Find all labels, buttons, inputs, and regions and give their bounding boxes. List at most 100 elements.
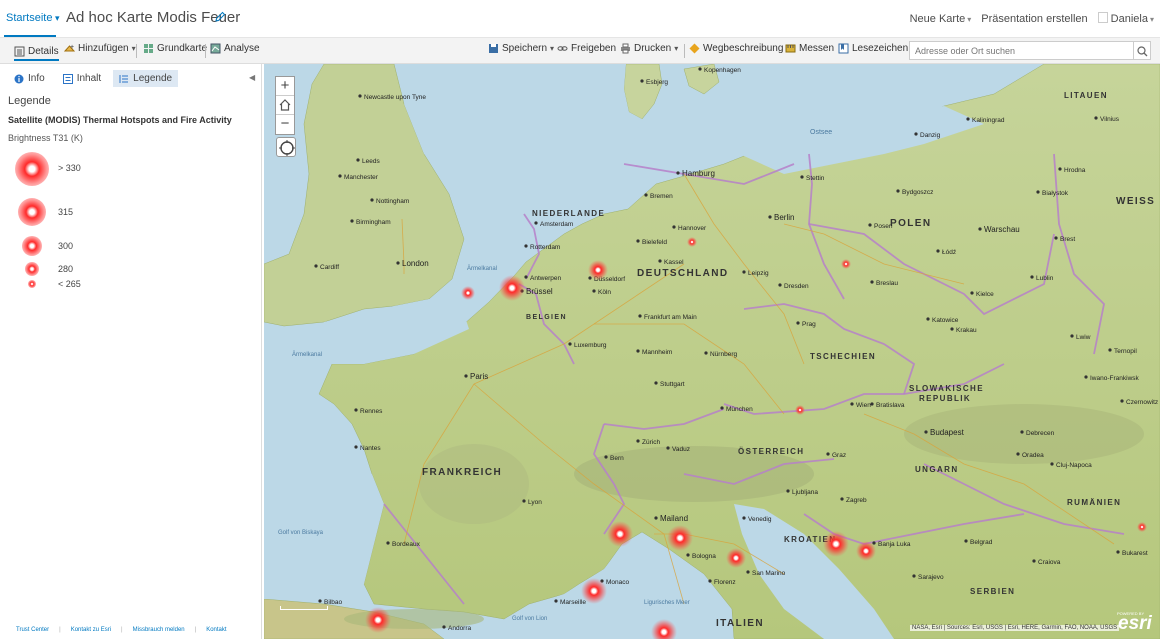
city-label: Bielefeld (642, 239, 667, 246)
tab-info[interactable]: Info (8, 70, 51, 87)
contact-esri-link[interactable]: Kontakt zu Esri (71, 627, 111, 633)
city-label: Nantes (360, 445, 381, 452)
search-button[interactable] (1134, 41, 1151, 60)
add-button[interactable]: + Hinzufügen ▾ (64, 43, 136, 54)
fire-symbol-icon (25, 262, 39, 276)
city-dot-icon (778, 283, 782, 287)
city-label: Bukarest (1122, 550, 1148, 557)
sea-label: Ärmelkanal (292, 351, 322, 358)
city-label: Esbjerg (646, 79, 668, 86)
city-label: Debrecen (1026, 430, 1055, 437)
city-dot-icon (720, 406, 724, 410)
fire-hotspot-icon[interactable] (461, 286, 475, 300)
fire-hotspot-icon[interactable] (795, 405, 805, 415)
share-button[interactable]: Freigeben (557, 43, 616, 54)
trust-center-link[interactable]: Trust Center (16, 627, 49, 633)
home-extent-button[interactable] (276, 96, 294, 115)
print-button[interactable]: Drucken ▾ (620, 43, 678, 54)
fire-hotspot-icon[interactable] (365, 607, 391, 633)
bookmark-icon (838, 43, 849, 54)
map-canvas[interactable]: Ostsee Ärmelkanal Ärmelkanal Golf von Bi… (264, 64, 1160, 639)
bookmarks-button[interactable]: Lesezeichen (838, 43, 908, 54)
city-label: Mailand (660, 514, 688, 523)
city-label: Bordeaux (392, 541, 421, 548)
analysis-button[interactable]: Analyse (210, 43, 260, 54)
city-label: Belgrad (970, 539, 993, 546)
save-disk-icon (489, 44, 498, 53)
fire-hotspot-icon[interactable] (856, 541, 876, 561)
basemap-button[interactable]: Grundkarte (143, 43, 207, 54)
locate-button[interactable] (276, 137, 296, 157)
chevron-down-icon: ▾ (967, 14, 972, 24)
city-label: Prag (802, 321, 816, 328)
city-dot-icon (676, 171, 680, 175)
edit-pencil-icon[interactable] (214, 11, 226, 23)
add-label: Hinzufügen (78, 43, 129, 54)
footer-links: Trust Center | Kontakt zu Esri | Missbra… (16, 627, 227, 633)
city-label: Kopenhagen (704, 67, 741, 74)
city-dot-icon (396, 261, 400, 265)
address-search-input[interactable] (909, 41, 1134, 60)
city-label: Vaduz (672, 446, 690, 453)
fire-hotspot-icon[interactable] (841, 259, 851, 269)
city-dot-icon (1050, 462, 1054, 466)
details-button[interactable]: Details (14, 43, 59, 61)
legend-item: > 330 (0, 150, 200, 186)
fire-hotspot-icon[interactable] (607, 521, 633, 547)
user-avatar-icon (1097, 12, 1108, 23)
legend-item: 315 (0, 196, 200, 226)
city-dot-icon (658, 259, 662, 263)
city-dot-icon (644, 193, 648, 197)
city-dot-icon (350, 219, 354, 223)
fire-hotspot-icon[interactable] (667, 525, 693, 551)
contact-link[interactable]: Kontakt (206, 627, 226, 633)
fire-hotspot-icon[interactable] (823, 531, 849, 557)
user-menu[interactable]: Daniela ▾ (1097, 12, 1154, 25)
tab-content[interactable]: Inhalt (57, 70, 107, 87)
zoom-out-button[interactable]: − (276, 115, 294, 134)
fire-hotspot-icon[interactable] (687, 237, 697, 247)
country-label: FRANKREICH (422, 467, 502, 478)
city-label: Birmingham (356, 219, 391, 226)
fire-hotspot-icon[interactable] (1137, 522, 1147, 532)
city-dot-icon (1016, 452, 1020, 456)
city-label: Dresden (784, 283, 809, 290)
footer-separator: | (59, 627, 61, 633)
city-label: Bern (610, 455, 624, 462)
city-dot-icon (1084, 375, 1088, 379)
home-link[interactable]: Startseite (6, 12, 60, 24)
city-dot-icon (978, 227, 982, 231)
fire-hotspot-icon[interactable] (588, 260, 608, 280)
massif-central-relief (419, 444, 529, 524)
collapse-panel-icon[interactable]: ◀ (249, 73, 255, 82)
directions-label: Wegbeschreibung (703, 43, 784, 54)
measure-button[interactable]: Messen (785, 43, 834, 54)
city-label: Mannheim (642, 349, 672, 356)
city-dot-icon (338, 174, 342, 178)
save-button[interactable]: Speichern ▾ (488, 43, 554, 54)
zoom-in-button[interactable]: + (276, 77, 294, 96)
country-label: DEUTSCHLAND (637, 268, 729, 279)
fire-hotspot-icon[interactable] (726, 548, 746, 568)
country-label: BELGIEN (526, 314, 567, 321)
report-abuse-link[interactable]: Missbrauch melden (133, 627, 185, 633)
legend-field-name: Brightness T31 (K) (8, 133, 83, 143)
country-label: LITAUEN (1064, 91, 1108, 100)
create-presentation-button[interactable]: Präsentation erstellen (981, 13, 1087, 25)
city-dot-icon (926, 317, 930, 321)
add-layer-icon: + (64, 44, 75, 52)
city-dot-icon (654, 381, 658, 385)
map-view[interactable]: Ostsee Ärmelkanal Ärmelkanal Golf von Bi… (264, 64, 1160, 639)
city-dot-icon (524, 244, 528, 248)
city-label: Posen (874, 223, 893, 230)
country-label: TSCHECHIEN (810, 352, 876, 361)
new-map-menu[interactable]: Neue Karte ▾ (910, 13, 972, 25)
city-label: Craiova (1038, 559, 1061, 566)
fire-hotspot-icon[interactable] (499, 275, 525, 301)
chevron-down-icon: ▾ (1149, 15, 1154, 24)
tab-legend[interactable]: Legende (113, 70, 179, 87)
directions-button[interactable]: Wegbeschreibung (689, 43, 783, 54)
fire-hotspot-icon[interactable] (581, 578, 607, 604)
city-dot-icon (746, 570, 750, 574)
city-dot-icon (708, 579, 712, 583)
